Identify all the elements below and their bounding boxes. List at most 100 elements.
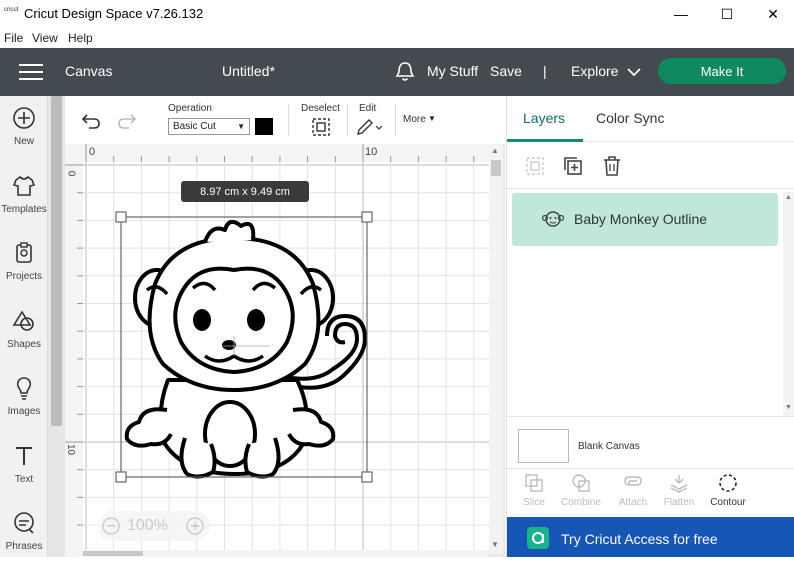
zoom-in-icon[interactable]	[186, 517, 204, 535]
layer-item[interactable]: Baby Monkey Outline	[512, 193, 778, 246]
sidebar-item-label: Phrases	[5, 541, 43, 552]
monkey-layer-icon	[542, 211, 564, 227]
sidebar-item-projects[interactable]: Projects	[0, 233, 48, 299]
cricut-access-banner[interactable]: Try Cricut Access for free	[507, 517, 794, 557]
sidebar-item-text[interactable]: Text	[0, 436, 48, 502]
zoom-control: 100%	[98, 511, 210, 541]
window-title: Cricut Design Space v7.26.132	[24, 6, 204, 21]
make-it-button[interactable]: Make It	[658, 58, 786, 84]
sidebar-item-label: Templates	[1, 204, 47, 215]
tool-label: Combine	[560, 497, 602, 508]
canvas-vertical-scrollbar[interactable]: ▲ ▼	[489, 144, 503, 554]
sidebar-item-phrases[interactable]: Phrases	[0, 503, 48, 569]
contour-button[interactable]: Contour	[704, 469, 752, 518]
sidebar-item-label: Projects	[5, 271, 43, 282]
sidebar-item-label: Text	[14, 474, 34, 485]
projects-icon	[16, 242, 32, 263]
hamburger-menu-icon[interactable]	[19, 63, 43, 81]
edit-label: Edit	[359, 103, 377, 114]
more-button[interactable]: More	[403, 114, 426, 125]
canvas-left-gutter	[48, 96, 65, 557]
combine-button[interactable]: Combine	[557, 469, 605, 518]
tab-layers[interactable]: Layers	[523, 110, 565, 126]
blank-canvas-row[interactable]: Blank Canvas	[507, 416, 794, 468]
delete-icon[interactable]	[602, 155, 622, 177]
operation-color-swatch[interactable]	[255, 118, 273, 135]
tool-label: Attach	[618, 497, 648, 508]
chevron-down-icon[interactable]	[627, 67, 641, 77]
panel-tabs: Layers Color Sync	[507, 96, 794, 142]
app-logo: cricut	[4, 7, 19, 13]
baby-monkey-design[interactable]	[65, 144, 489, 554]
shapes-icon	[12, 310, 34, 331]
slice-button[interactable]: Slice	[510, 469, 558, 518]
scroll-up-icon[interactable]: ▲	[785, 194, 792, 201]
bell-icon[interactable]	[395, 61, 415, 83]
minimize-button[interactable]: —	[658, 0, 704, 28]
zoom-out-icon[interactable]	[102, 517, 120, 535]
attach-button[interactable]: Attach	[609, 469, 657, 518]
flatten-icon	[670, 475, 688, 493]
redo-icon[interactable]	[117, 113, 137, 129]
group-icon[interactable]	[525, 156, 545, 176]
operation-label: Operation	[168, 103, 212, 114]
menu-view[interactable]: View	[32, 31, 58, 45]
scroll-thumb[interactable]	[491, 160, 501, 176]
dimensions-tooltip: 8.97 cm x 9.49 cm	[181, 181, 309, 202]
sidebar-item-shapes[interactable]: Shapes	[0, 301, 48, 367]
maximize-button[interactable]: ☐	[704, 0, 750, 28]
panel-divider	[507, 188, 794, 189]
scroll-down-icon[interactable]: ▼	[491, 540, 499, 549]
edit-toolbar: Operation Basic Cut ▼ Deselect Edit More…	[65, 96, 505, 144]
edit-button[interactable]	[355, 117, 383, 137]
app-header: Canvas Untitled* My Stuff Save | Explore…	[0, 48, 794, 96]
menu-file[interactable]: File	[4, 31, 23, 45]
save-button[interactable]: Save	[490, 63, 522, 79]
duplicate-icon[interactable]	[563, 156, 583, 176]
design-canvas[interactable]: 0 10 0 10	[65, 144, 489, 554]
header-divider: |	[543, 63, 547, 79]
menu-help[interactable]: Help	[68, 31, 93, 45]
toolbar-divider	[347, 104, 348, 136]
close-button[interactable]: ✕	[750, 0, 794, 28]
layer-tools: Slice Combine Attach Flatten Contour	[507, 468, 794, 517]
scroll-thumb[interactable]	[83, 551, 143, 556]
access-logo-icon	[527, 527, 549, 549]
access-text: Try Cricut Access for free	[561, 531, 718, 547]
blank-canvas-thumbnail	[518, 429, 569, 463]
sidebar-item-label: New	[13, 136, 34, 147]
my-stuff-link[interactable]: My Stuff	[427, 63, 478, 79]
speech-bubble-icon	[14, 512, 34, 534]
sidebar-item-label: Images	[7, 406, 41, 417]
sidebar-item-templates[interactable]: Templates	[0, 166, 48, 232]
contour-icon	[719, 474, 737, 492]
toolbar-divider	[395, 104, 396, 136]
vertical-scroll-thumb[interactable]	[51, 96, 62, 426]
scroll-down-icon[interactable]: ▼	[785, 404, 792, 411]
zoom-level: 100%	[127, 517, 168, 534]
undo-icon[interactable]	[81, 113, 101, 129]
more-arrow-icon: ▼	[428, 114, 436, 123]
layer-name: Baby Monkey Outline	[574, 211, 708, 227]
flatten-button[interactable]: Flatten	[655, 469, 703, 518]
document-title[interactable]: Untitled*	[222, 63, 275, 79]
tab-color-sync[interactable]: Color Sync	[596, 110, 664, 126]
explore-link[interactable]: Explore	[571, 63, 618, 79]
sidebar-item-new[interactable]: New	[0, 98, 48, 164]
canvas-horizontal-scrollbar[interactable]	[65, 550, 489, 557]
scroll-up-icon[interactable]: ▲	[491, 146, 499, 155]
slice-icon	[525, 474, 543, 492]
dropdown-arrow-icon: ▼	[237, 122, 245, 131]
deselect-button[interactable]	[311, 117, 331, 137]
plus-circle-icon	[13, 107, 35, 129]
canvas-label: Canvas	[65, 63, 113, 79]
layers-scrollbar[interactable]: ▲ ▼	[783, 192, 794, 416]
sidebar-item-images[interactable]: Images	[0, 368, 48, 434]
toolbar-divider	[288, 104, 289, 136]
operation-select[interactable]: Basic Cut ▼	[168, 118, 250, 135]
text-icon	[16, 447, 32, 465]
menu-bar: File View Help	[0, 28, 794, 48]
title-bar: cricut Cricut Design Space v7.26.132 — ☐…	[0, 0, 794, 28]
layers-panel: Layers Color Sync Baby Monkey Outline ▲ …	[506, 96, 794, 557]
blank-canvas-label: Blank Canvas	[578, 441, 640, 452]
